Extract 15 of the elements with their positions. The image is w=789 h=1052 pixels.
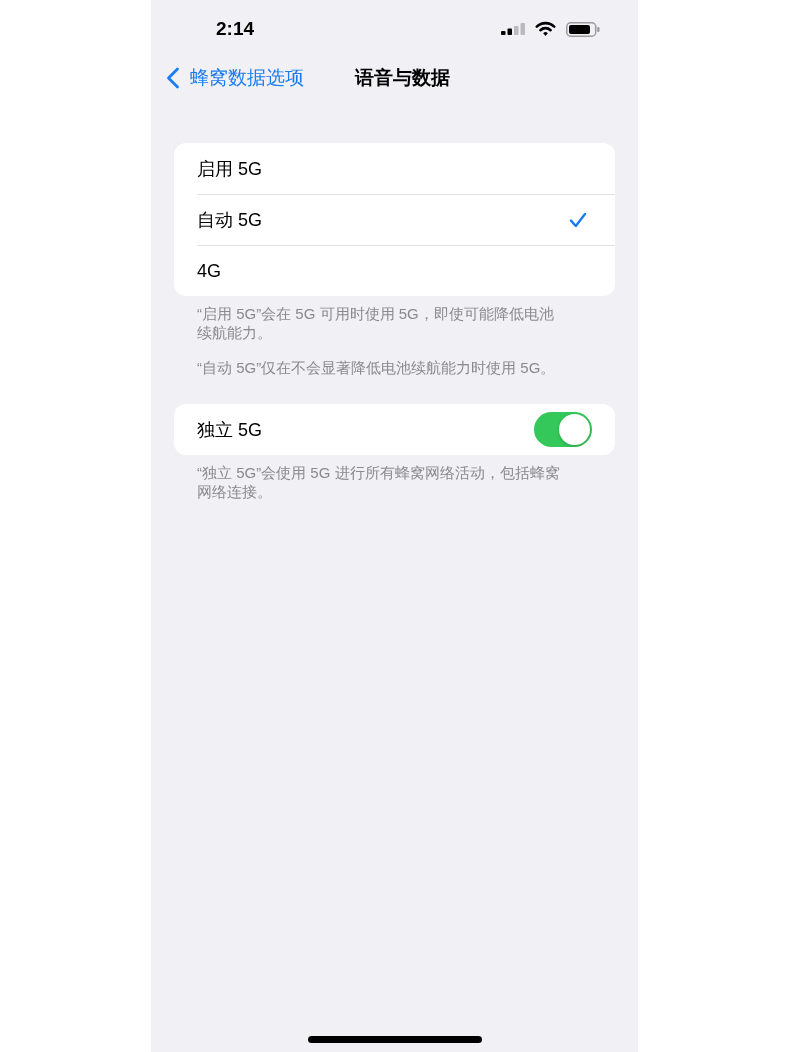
- status-time: 2:14: [216, 18, 255, 40]
- chevron-left-icon: [166, 67, 180, 89]
- back-button[interactable]: 蜂窝数据选项: [166, 66, 304, 90]
- footnote-text: “启用 5G”会在 5G 可用时使用 5G，即使可能降低电池续航能力。: [197, 304, 555, 342]
- setting-label: 独立 5G: [197, 418, 262, 442]
- nav-title: 语音与数据: [354, 66, 450, 90]
- footnote-text: “自动 5G”仅在不会显著降低电池续航能力时使用 5G。: [197, 358, 557, 377]
- battery-icon: [566, 21, 600, 37]
- network-option[interactable]: 4G: [174, 246, 615, 296]
- signal-icon: [501, 23, 525, 35]
- footnote-text: “独立 5G”会使用 5G 进行所有蜂窝网络活动，包括蜂窝网络连接。: [197, 463, 561, 501]
- network-option[interactable]: 启用 5G: [174, 143, 615, 194]
- network-option[interactable]: 自动 5G: [174, 195, 615, 245]
- toggle-switch[interactable]: [534, 412, 592, 447]
- wifi-icon: [535, 21, 556, 37]
